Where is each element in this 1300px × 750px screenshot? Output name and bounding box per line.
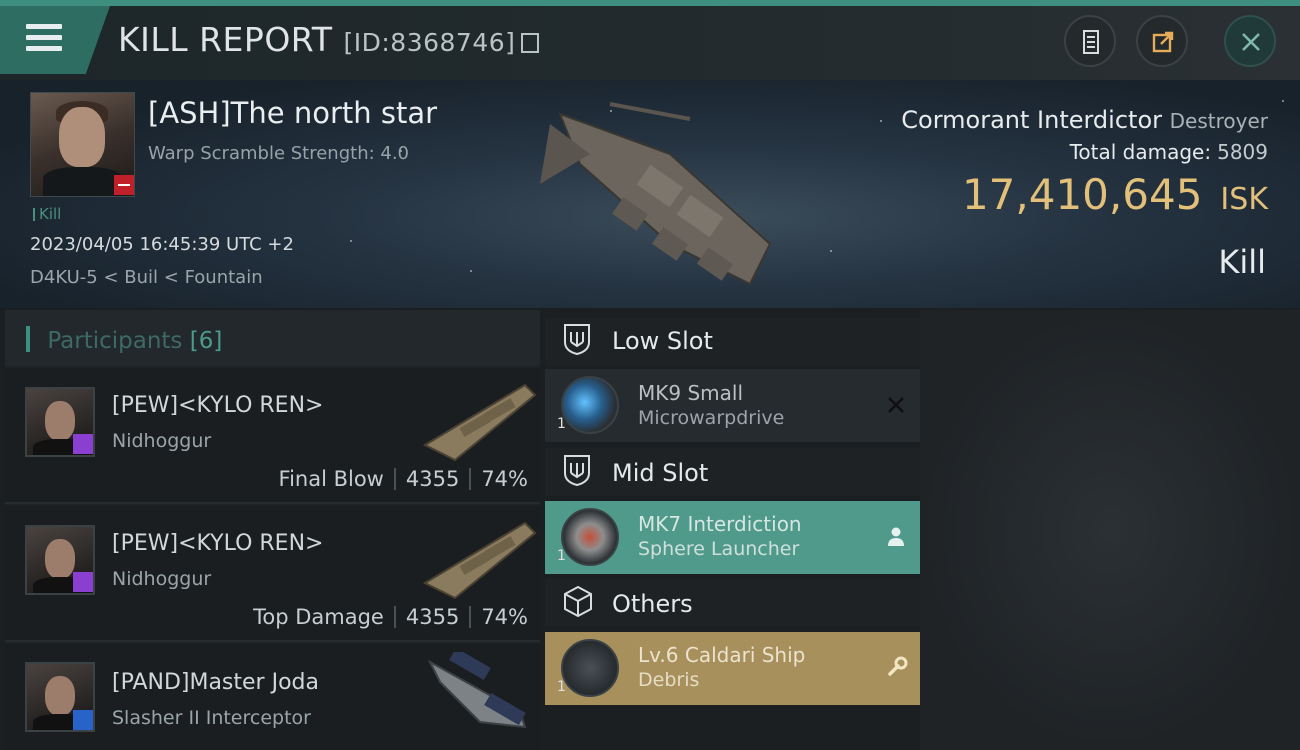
faction-badge: [73, 710, 93, 730]
participant-damage: 4355: [405, 467, 460, 491]
participant-name: [PEW]<KYLO REN>: [112, 531, 324, 556]
kill-location[interactable]: D4KU-5 < Buil < Fountain: [30, 267, 263, 288]
faction-badge: [73, 572, 93, 592]
victim-name[interactable]: [ASH]The north star: [148, 96, 437, 130]
others-title: Others: [612, 590, 693, 618]
participants-count: [6]: [189, 328, 223, 354]
kill-tag: Kill: [33, 205, 61, 223]
item-name-line2: Debris: [638, 669, 700, 691]
participant-ship: Nidhoggur: [112, 430, 212, 452]
item-name-line1: MK9 Small: [638, 381, 743, 405]
item-quantity: 1: [557, 679, 566, 695]
others-header: [545, 579, 920, 627]
participants-title: Participants [6]: [26, 326, 222, 354]
kill-datetime: 2023/04/05 16:45:39 UTC +2: [30, 234, 294, 255]
share-icon: [1152, 31, 1174, 53]
share-button[interactable]: [1136, 15, 1188, 67]
participant-ship-image: [422, 383, 537, 462]
isk-unit: ISK: [1220, 182, 1268, 217]
item-quantity: 1: [557, 548, 566, 564]
page-title: KILL REPORT [ID:8368746]: [118, 20, 540, 59]
participant-name: [PAND]Master Joda: [112, 670, 319, 695]
cube-icon: [564, 585, 592, 618]
document-button[interactable]: [1064, 15, 1116, 67]
warp-scramble-strength: Warp Scramble Strength: 4.0: [148, 143, 410, 164]
sphere-launcher-item-icon: [561, 508, 619, 566]
item-name-line1: MK7 Interdiction: [638, 512, 802, 536]
participant-role: Final Blow: [278, 467, 384, 491]
participant-ship: Nidhoggur: [112, 568, 212, 590]
participant-stats: Final Blow 4355 74%: [240, 467, 528, 491]
victim-ship-image: [540, 102, 772, 286]
participant-name: [PEW]<KYLO REN>: [112, 393, 324, 418]
item-quantity: 1: [557, 416, 566, 432]
low-slot-title: Low Slot: [612, 327, 713, 355]
ship-fitting-background: [920, 310, 1300, 750]
ship-name: Cormorant Interdictor: [901, 106, 1162, 134]
participant-role: Top Damage: [253, 605, 384, 629]
item-name-line2: Sphere Launcher: [638, 538, 800, 560]
participants-label: Participants: [47, 328, 183, 354]
mid-slot-header: [545, 448, 920, 496]
ship-debris-item-icon: [561, 639, 619, 697]
microwarpdrive-item-icon: [561, 376, 619, 434]
total-damage-label: Total damage:: [1069, 140, 1212, 164]
shield-slot-icon: [564, 455, 590, 487]
shield-slot-icon: [564, 324, 590, 356]
participant-percent: 74%: [481, 467, 528, 491]
kill-result: Kill: [1218, 243, 1266, 281]
x-mark-icon: [888, 397, 904, 413]
ship-class: Destroyer: [1169, 109, 1268, 133]
participant-damage: 4355: [405, 605, 460, 629]
close-button[interactable]: [1224, 15, 1276, 67]
report-id: [ID:8368746]: [343, 28, 516, 57]
participant-ship-image: [422, 521, 537, 600]
faction-badge: [73, 434, 93, 454]
document-icon: [1083, 30, 1099, 54]
title-text: KILL REPORT: [118, 20, 333, 59]
isk-amount: 17,410,645: [961, 170, 1203, 219]
person-icon: [888, 527, 904, 546]
participant-stats: Top Damage 4355 74%: [240, 605, 528, 629]
mid-slot-title: Mid Slot: [612, 459, 709, 487]
total-damage: Total damage: 5809: [1070, 140, 1268, 164]
participant-ship-image: [427, 652, 527, 729]
total-damage-value: 5809: [1217, 140, 1268, 164]
victim-ship: Cormorant Interdictor Destroyer: [901, 106, 1268, 134]
item-name-line2: Microwarpdrive: [638, 407, 785, 429]
isk-value: 17,410,645 ISK: [962, 170, 1268, 219]
close-icon: [1242, 33, 1260, 51]
copy-icon[interactable]: [521, 33, 540, 53]
participant-ship: Slasher II Interceptor: [112, 707, 311, 729]
item-name-line1: Lv.6 Caldari Ship: [638, 643, 806, 667]
low-slot-header: [545, 318, 920, 366]
wrench-icon: [888, 656, 908, 676]
hostile-badge: [114, 175, 134, 195]
participant-percent: 74%: [481, 605, 528, 629]
